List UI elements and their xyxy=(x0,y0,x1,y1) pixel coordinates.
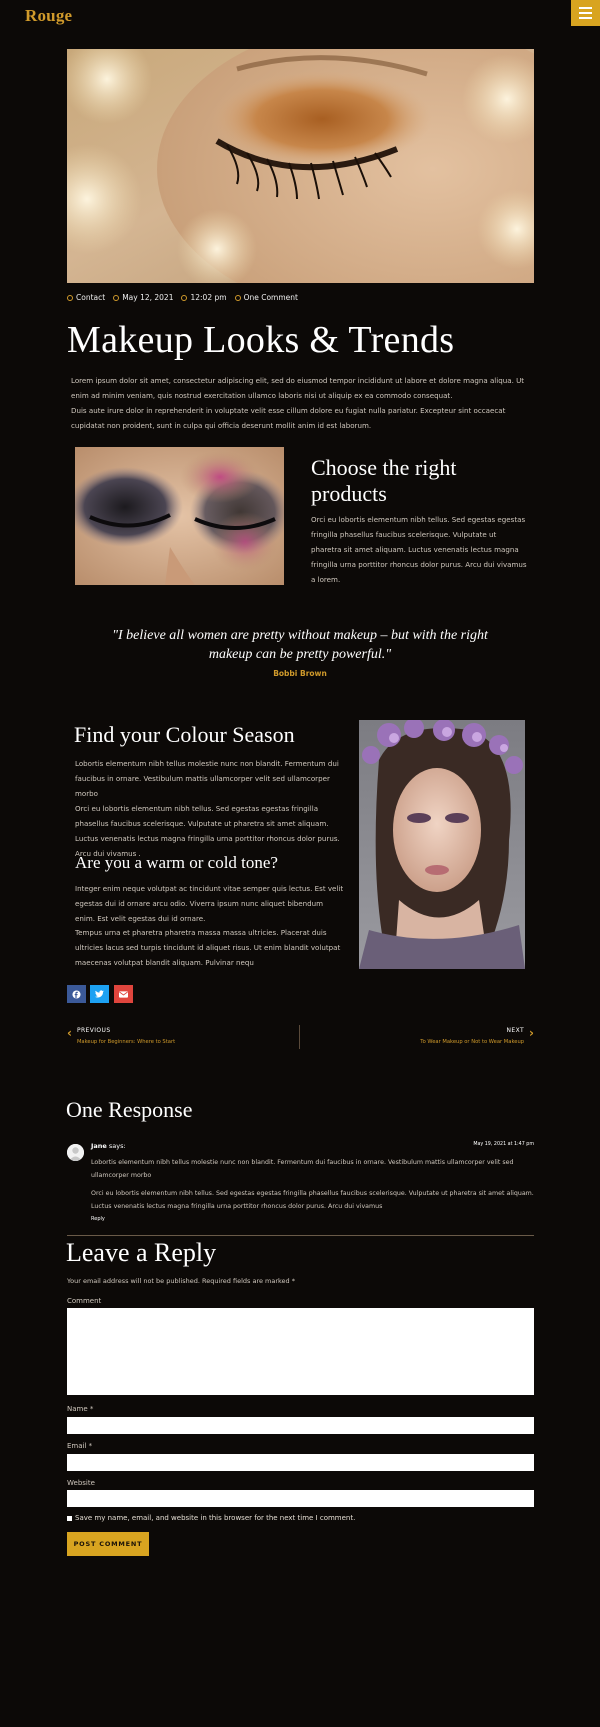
post-date: May 12, 2021 xyxy=(113,293,173,302)
envelope-icon xyxy=(119,990,128,998)
hero-image xyxy=(67,49,534,283)
tone-heading: Are you a warm or cold tone? xyxy=(75,853,278,872)
colour-season-heading: Find your Colour Season xyxy=(74,722,295,747)
next-post-link[interactable]: NEXT To Wear Makeup or Not to Wear Makeu… xyxy=(400,1027,534,1045)
tone-paragraph-2: Tempus urna et pharetra pharetra massa m… xyxy=(75,928,341,967)
folder-icon xyxy=(67,294,73,301)
next-post-title[interactable]: To Wear Makeup or Not to Wear Makeup xyxy=(420,1039,524,1045)
colour-season-paragraph-2: Orci eu lobortis elementum nibh tellus. … xyxy=(75,804,340,858)
facebook-icon xyxy=(72,989,81,999)
quote-author: Bobbi Brown xyxy=(273,669,327,678)
required-fields-note: Your email address will not be published… xyxy=(67,1277,295,1285)
previous-post-link[interactable]: ‹ PREVIOUS Makeup for Beginners: Where t… xyxy=(67,1027,175,1045)
comment-date[interactable]: May 19, 2021 at 1:47 pm xyxy=(440,1142,534,1147)
choose-products-text: Orci eu lobortis elementum nibh tellus. … xyxy=(311,515,527,584)
chevron-right-icon: › xyxy=(529,1026,534,1040)
clock-icon xyxy=(181,294,188,301)
colour-season-paragraph-1: Lobortis elementum nibh tellus molestie … xyxy=(75,759,339,798)
comment-textarea[interactable] xyxy=(67,1308,534,1395)
save-info-row: Save my name, email, and website in this… xyxy=(67,1514,355,1522)
comments-heading: One Response xyxy=(66,1097,193,1122)
tone-paragraph-1: Integer enim neque volutpat ac tincidunt… xyxy=(75,884,344,923)
comment-paragraph-1: Lobortis elementum nibh tellus molestie … xyxy=(91,1159,514,1179)
share-twitter-button[interactable] xyxy=(90,985,109,1003)
smudged-makeup-image xyxy=(75,447,284,585)
share-email-button[interactable] xyxy=(114,985,133,1003)
post-comment-button[interactable]: POST COMMENT xyxy=(67,1532,149,1556)
divider xyxy=(67,1235,534,1236)
comment-label: Comment xyxy=(67,1297,102,1305)
name-label: Name * xyxy=(67,1405,94,1413)
post-time: 12:02 pm xyxy=(181,293,227,302)
previous-post-title[interactable]: Makeup for Beginners: Where to Start xyxy=(77,1039,175,1045)
comment-icon xyxy=(234,294,241,301)
comment-author: Jane xyxy=(91,1142,107,1150)
previous-label: PREVIOUS xyxy=(76,1027,111,1034)
save-info-label: Save my name, email, and website in this… xyxy=(75,1514,356,1522)
website-label: Website xyxy=(67,1479,95,1487)
website-input[interactable] xyxy=(67,1490,534,1507)
flower-crown-portrait xyxy=(359,720,525,969)
reply-heading: Leave a Reply xyxy=(66,1238,217,1267)
page-title: Makeup Looks & Trends xyxy=(67,319,455,361)
comment-reply-link[interactable]: Reply xyxy=(91,1216,105,1222)
post-meta: Contact May 12, 2021 12:02 pm One Commen… xyxy=(67,293,298,302)
share-facebook-button[interactable] xyxy=(67,985,86,1003)
post-nav-divider xyxy=(299,1025,300,1049)
save-info-checkbox[interactable] xyxy=(67,1515,72,1521)
hamburger-icon[interactable] xyxy=(571,0,600,26)
post-comments-count[interactable]: One Comment xyxy=(234,293,298,302)
name-input[interactable] xyxy=(67,1417,534,1434)
page: Rouge Contact May 12, 2021 12:02 pm One … xyxy=(0,0,600,1727)
comment-says: says: xyxy=(108,1142,126,1150)
email-input[interactable] xyxy=(67,1454,534,1471)
intro-paragraph-2: Duis aute irure dolor in reprehenderit i… xyxy=(71,406,506,430)
next-label: NEXT xyxy=(506,1027,525,1034)
post-category[interactable]: Contact xyxy=(67,293,105,302)
choose-products-heading: Choose the right products xyxy=(311,455,457,506)
site-logo[interactable]: Rouge xyxy=(25,6,72,26)
chevron-left-icon: ‹ xyxy=(67,1026,72,1040)
email-label: Email * xyxy=(67,1442,93,1450)
intro-paragraph-1: Lorem ipsum dolor sit amet, consectetur … xyxy=(71,376,525,400)
twitter-icon xyxy=(95,990,104,998)
comment-paragraph-2: Orci eu lobortis elementum nibh tellus. … xyxy=(91,1190,534,1210)
calendar-icon xyxy=(113,294,120,301)
avatar xyxy=(67,1144,84,1161)
pull-quote: "I believe all women are pretty without … xyxy=(112,628,488,662)
comment-author-line: Jane says: xyxy=(91,1142,126,1150)
